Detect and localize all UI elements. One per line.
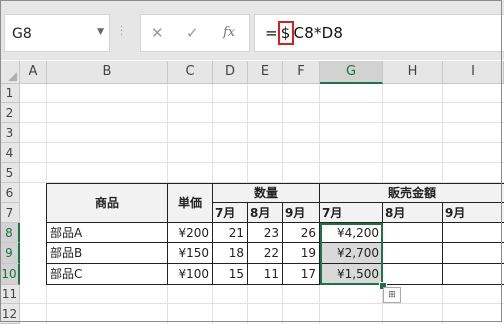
column-header-e[interactable]: E: [248, 61, 283, 84]
insert-function-icon[interactable]: fx: [223, 25, 235, 40]
header-product[interactable]: 商品: [47, 184, 168, 223]
header-qty-month-7[interactable]: 7月: [213, 203, 248, 223]
cell-e10[interactable]: 11: [248, 264, 283, 285]
column-header-d[interactable]: D: [213, 61, 248, 84]
cell-h9[interactable]: [383, 243, 443, 264]
column-header-h[interactable]: H: [383, 61, 443, 84]
header-price[interactable]: 単価: [168, 184, 213, 223]
column-header-b[interactable]: B: [47, 61, 168, 84]
cell-f8[interactable]: 26: [283, 223, 320, 243]
cell-i9[interactable]: [443, 243, 504, 264]
header-qty-month-8[interactable]: 8月: [248, 203, 283, 223]
row-header-8[interactable]: 8: [0, 223, 20, 243]
cell-d9[interactable]: 18: [213, 243, 248, 264]
name-box[interactable]: G8 ▼: [4, 14, 110, 52]
row-header-6[interactable]: 6: [0, 183, 20, 203]
column-header-g[interactable]: G: [320, 61, 383, 84]
cell-h10[interactable]: [383, 264, 443, 285]
cell-d8[interactable]: 21: [213, 223, 248, 243]
row-header-10[interactable]: 10: [0, 264, 20, 285]
cell-i8[interactable]: [443, 223, 504, 243]
row-header-11[interactable]: 11: [0, 285, 20, 304]
cancel-icon[interactable]: ✕: [151, 24, 164, 42]
gridline: [20, 122, 504, 123]
cell-d10[interactable]: 15: [213, 264, 248, 285]
gridline: [20, 303, 504, 304]
row-header-7[interactable]: 7: [0, 203, 20, 223]
select-all-corner[interactable]: [0, 61, 20, 84]
splitter-handle[interactable]: · · ·: [120, 23, 123, 41]
formula-rest: C8*D8: [293, 24, 344, 42]
header-qty-month-9[interactable]: 9月: [283, 203, 320, 223]
chevron-down-icon[interactable]: ▼: [97, 27, 104, 37]
cell-b8[interactable]: 部品A: [47, 223, 168, 243]
cell-c9[interactable]: ¥150: [168, 243, 213, 264]
quick-analysis-icon[interactable]: ⊞: [383, 287, 401, 303]
cell-c8[interactable]: ¥200: [168, 223, 213, 243]
column-header-c[interactable]: C: [168, 61, 213, 84]
row-header-9[interactable]: 9: [0, 243, 20, 264]
cell-e8[interactable]: 23: [248, 223, 283, 243]
cell-e9[interactable]: 22: [248, 243, 283, 264]
cell-f9[interactable]: 19: [283, 243, 320, 264]
row-header-1[interactable]: 1: [0, 84, 20, 103]
cell-b9[interactable]: 部品B: [47, 243, 168, 264]
name-box-value: G8: [12, 26, 32, 42]
header-sales-amount[interactable]: 販売金額: [320, 184, 504, 203]
header-quantity[interactable]: 数量: [213, 184, 320, 203]
header-sales-month-9[interactable]: 9月: [443, 203, 504, 223]
cell-h8[interactable]: [383, 223, 443, 243]
header-sales-month-8[interactable]: 8月: [383, 203, 443, 223]
column-header-a[interactable]: A: [20, 61, 47, 84]
row-header-3[interactable]: 3: [0, 123, 20, 143]
gridline: [20, 162, 504, 163]
cell-b10[interactable]: 部品C: [47, 264, 168, 285]
formula-input[interactable]: = $ C8*D8: [254, 14, 504, 52]
column-header-i[interactable]: I: [443, 61, 504, 84]
row-header-4[interactable]: 4: [0, 143, 20, 163]
row-header-5[interactable]: 5: [0, 163, 20, 183]
formula-buttons: ✕ ✓ fx: [140, 14, 250, 52]
cell-c10[interactable]: ¥100: [168, 264, 213, 285]
column-header-f[interactable]: F: [283, 61, 320, 84]
gridline: [20, 142, 504, 143]
formula-text: = $ C8*D8: [265, 21, 344, 45]
cell-i10[interactable]: [443, 264, 504, 285]
cell-f10[interactable]: 17: [283, 264, 320, 285]
gridline: [20, 102, 504, 103]
formula-bar: G8 ▼ · · · ✕ ✓ fx = $ C8*D8: [0, 0, 504, 60]
selection-range: [320, 223, 383, 285]
header-sales-month-7[interactable]: 7月: [320, 203, 383, 223]
formula-dollar-highlight: $: [277, 21, 294, 45]
row-header-2[interactable]: 2: [0, 103, 20, 123]
formula-prefix: =: [265, 24, 278, 42]
row-header-12[interactable]: 12: [0, 304, 20, 324]
enter-icon[interactable]: ✓: [186, 24, 199, 42]
